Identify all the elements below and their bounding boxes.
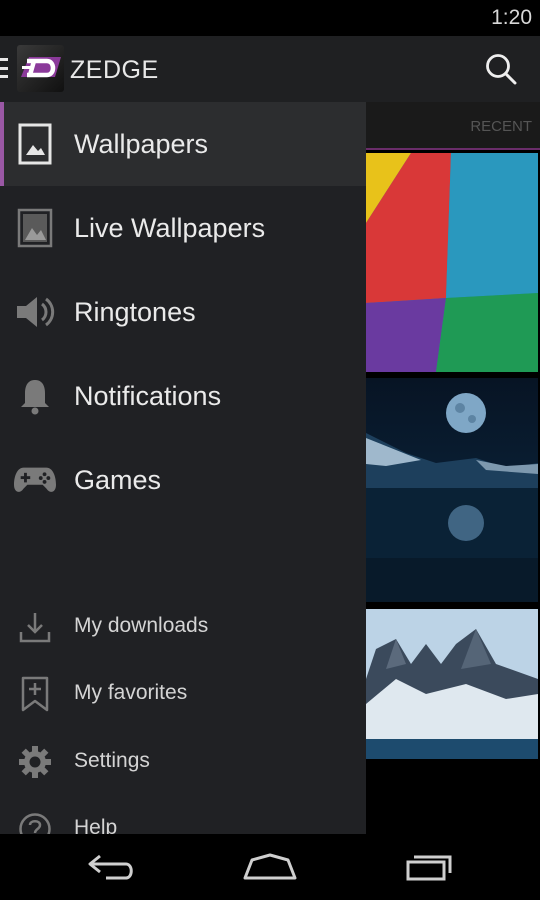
- drawer-item-label: Notifications: [74, 380, 222, 411]
- speaker-icon: [14, 291, 56, 333]
- drawer-item-my-favorites[interactable]: My favorites: [0, 661, 366, 727]
- status-bar: 1:20: [0, 0, 540, 36]
- tab-recent[interactable]: RECENT: [366, 102, 540, 150]
- download-icon: [16, 608, 54, 646]
- search-icon[interactable]: [484, 52, 518, 86]
- zedge-logo[interactable]: [17, 45, 64, 92]
- wallpaper-thumbnail[interactable]: [366, 378, 538, 602]
- drawer-item-label: Wallpapers: [74, 128, 209, 159]
- recents-button[interactable]: [398, 848, 458, 886]
- back-button[interactable]: [82, 848, 142, 886]
- navigation-drawer: Wallpapers Live Wallpapers Ringtones Not…: [0, 102, 366, 834]
- drawer-item-label: My favorites: [74, 681, 188, 704]
- drawer-item-my-downloads[interactable]: My downloads: [0, 594, 366, 660]
- gear-icon: [16, 743, 54, 781]
- drawer-item-label: Settings: [74, 749, 150, 772]
- back-icon: [88, 854, 133, 880]
- drawer-item-label: Ringtones: [74, 296, 196, 327]
- help-icon: [16, 810, 54, 834]
- drawer-item-label: My downloads: [74, 614, 209, 637]
- drawer-item-label: Live Wallpapers: [74, 212, 266, 243]
- drawer-item-settings[interactable]: Settings: [0, 729, 366, 795]
- bookmark-add-icon: [16, 675, 54, 713]
- wallpaper-icon: [14, 123, 56, 165]
- system-nav-bar: [0, 834, 540, 900]
- wallpaper-thumbnail[interactable]: [366, 609, 538, 759]
- drawer-item-label: Help: [74, 816, 118, 834]
- drawer-item-notifications[interactable]: Notifications: [0, 354, 366, 438]
- drawer-item-help[interactable]: Help: [0, 796, 366, 834]
- tab-recent-label: RECENT: [470, 118, 532, 135]
- wallpaper-thumbnail[interactable]: [366, 153, 538, 372]
- drawer-item-wallpapers[interactable]: Wallpapers: [0, 102, 366, 186]
- bell-icon: [14, 375, 56, 417]
- home-button[interactable]: [240, 848, 300, 886]
- recents-icon: [406, 855, 452, 881]
- menu-icon[interactable]: [0, 58, 8, 78]
- gamepad-icon: [14, 459, 56, 501]
- drawer-item-games[interactable]: Games: [0, 438, 366, 522]
- status-time: 1:20: [491, 6, 532, 29]
- live-wallpaper-icon: [14, 207, 56, 249]
- drawer-item-ringtones[interactable]: Ringtones: [0, 270, 366, 354]
- home-icon: [243, 853, 297, 880]
- drawer-item-label: Games: [74, 464, 162, 495]
- drawer-item-live-wallpapers[interactable]: Live Wallpapers: [0, 186, 366, 270]
- app-title: ZEDGE: [70, 56, 159, 84]
- action-bar: ZEDGE: [0, 36, 540, 102]
